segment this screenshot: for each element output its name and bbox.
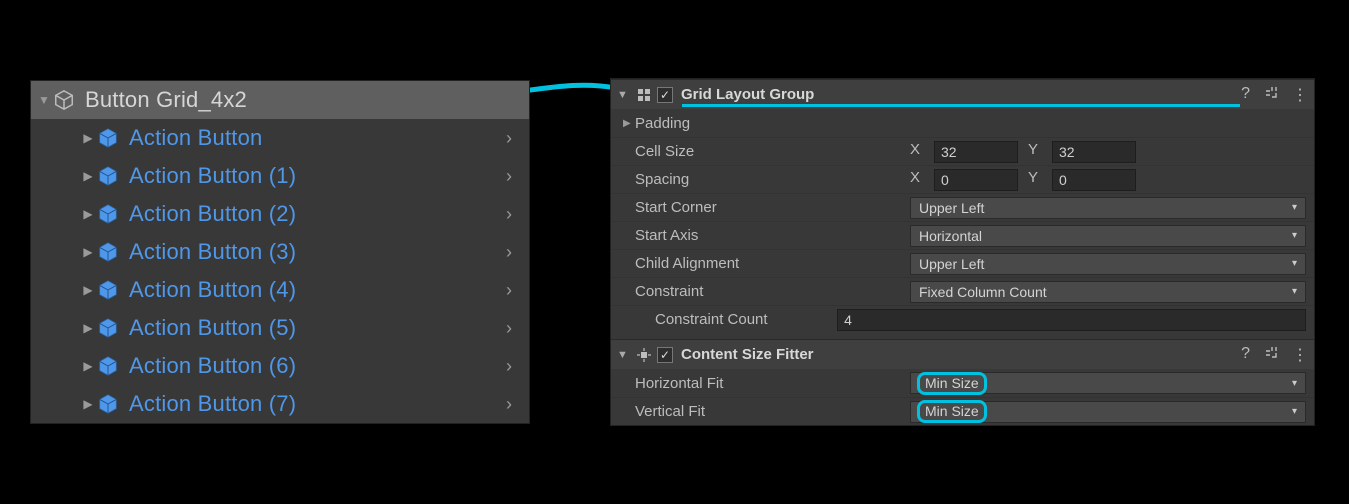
prop-padding[interactable]: ▶ Padding bbox=[611, 109, 1314, 137]
label-start-corner: Start Corner bbox=[635, 199, 910, 216]
label-vertical-fit: Vertical Fit bbox=[635, 403, 910, 420]
foldout-right-icon[interactable]: ▶ bbox=[79, 359, 97, 373]
hierarchy-item[interactable]: ▶ Action Button (2)› bbox=[31, 195, 529, 233]
spacing-y-input[interactable] bbox=[1052, 169, 1136, 191]
chevron-right-icon[interactable]: › bbox=[489, 394, 529, 415]
start-axis-dropdown[interactable]: Horizontal bbox=[910, 225, 1306, 247]
axis-y-label: Y bbox=[1028, 169, 1042, 191]
hierarchy-root-label: Button Grid_4x2 bbox=[85, 87, 529, 113]
chevron-right-icon[interactable]: › bbox=[489, 166, 529, 187]
child-alignment-dropdown[interactable]: Upper Left bbox=[910, 253, 1306, 275]
prefab-icon bbox=[97, 203, 119, 225]
label-start-axis: Start Axis bbox=[635, 227, 910, 244]
spacing-x-input[interactable] bbox=[934, 169, 1018, 191]
gameobject-icon bbox=[53, 89, 75, 111]
horizontal-fit-dropdown[interactable]: Min Size bbox=[910, 372, 1306, 394]
prop-constraint-count: Constraint Count bbox=[611, 305, 1314, 333]
hierarchy-item[interactable]: ▶ Action Button (3)› bbox=[31, 233, 529, 271]
label-padding: Padding bbox=[635, 115, 910, 132]
axis-x-label: X bbox=[910, 141, 924, 163]
label-constraint-count: Constraint Count bbox=[655, 311, 837, 328]
axis-y-label: Y bbox=[1028, 141, 1042, 163]
help-icon[interactable]: ? bbox=[1241, 85, 1250, 105]
prop-horizontal-fit: Horizontal Fit Min Size bbox=[611, 369, 1314, 397]
hierarchy-item-label: Action Button (4) bbox=[129, 277, 489, 303]
foldout-right-icon[interactable]: ▶ bbox=[79, 321, 97, 335]
label-cell-size: Cell Size bbox=[635, 143, 910, 160]
prefab-icon bbox=[97, 165, 119, 187]
chevron-right-icon[interactable]: › bbox=[489, 128, 529, 149]
help-icon[interactable]: ? bbox=[1241, 345, 1250, 365]
hierarchy-item[interactable]: ▶ Action Button (5)› bbox=[31, 309, 529, 347]
foldout-right-icon[interactable]: ▶ bbox=[79, 131, 97, 145]
hierarchy-item-label: Action Button (6) bbox=[129, 353, 489, 379]
chevron-right-icon[interactable]: › bbox=[489, 318, 529, 339]
component-header-grid[interactable]: ▼ ✓ Grid Layout Group ? ⋮ bbox=[611, 79, 1314, 109]
hierarchy-item-label: Action Button (3) bbox=[129, 239, 489, 265]
preset-icon[interactable] bbox=[1264, 345, 1278, 365]
component-title-fitter: Content Size Fitter bbox=[681, 346, 1241, 363]
component-title-grid: Grid Layout Group bbox=[681, 86, 1241, 104]
label-constraint: Constraint bbox=[635, 283, 910, 300]
label-horizontal-fit: Horizontal Fit bbox=[635, 375, 910, 392]
prefab-icon bbox=[97, 279, 119, 301]
prop-cell-size: Cell Size X Y bbox=[611, 137, 1314, 165]
prefab-icon bbox=[97, 393, 119, 415]
foldout-down-icon[interactable]: ▼ bbox=[35, 93, 53, 107]
hierarchy-item-label: Action Button (5) bbox=[129, 315, 489, 341]
hierarchy-item[interactable]: ▶ Action Button (4)› bbox=[31, 271, 529, 309]
chevron-right-icon[interactable]: › bbox=[489, 242, 529, 263]
foldout-down-icon[interactable]: ▼ bbox=[617, 349, 631, 361]
foldout-right-icon[interactable]: ▶ bbox=[79, 397, 97, 411]
constraint-dropdown[interactable]: Fixed Column Count bbox=[910, 281, 1306, 303]
prop-vertical-fit: Vertical Fit Min Size bbox=[611, 397, 1314, 425]
prop-start-axis: Start Axis Horizontal bbox=[611, 221, 1314, 249]
component-enabled-checkbox[interactable]: ✓ bbox=[657, 347, 673, 363]
content-size-fitter-icon bbox=[635, 346, 653, 364]
foldout-right-icon[interactable]: ▶ bbox=[79, 245, 97, 259]
component-enabled-checkbox[interactable]: ✓ bbox=[657, 87, 673, 103]
preset-icon[interactable] bbox=[1264, 85, 1278, 105]
vertical-fit-dropdown[interactable]: Min Size bbox=[910, 401, 1306, 423]
grid-layout-icon bbox=[635, 86, 653, 104]
foldout-down-icon[interactable]: ▼ bbox=[617, 89, 631, 101]
hierarchy-root[interactable]: ▼ Button Grid_4x2 bbox=[31, 81, 529, 119]
axis-x-label: X bbox=[910, 169, 924, 191]
hierarchy-panel: ▼ Button Grid_4x2 ▶Action Button›▶Action… bbox=[30, 80, 530, 424]
chevron-right-icon[interactable]: › bbox=[489, 280, 529, 301]
prop-child-alignment: Child Alignment Upper Left bbox=[611, 249, 1314, 277]
prop-constraint: Constraint Fixed Column Count bbox=[611, 277, 1314, 305]
prefab-icon bbox=[97, 317, 119, 339]
chevron-right-icon[interactable]: › bbox=[489, 204, 529, 225]
prefab-icon bbox=[97, 127, 119, 149]
kebab-menu-icon[interactable]: ⋮ bbox=[1292, 345, 1308, 365]
hierarchy-item-label: Action Button (7) bbox=[129, 391, 489, 417]
inspector-panel: ▼ ✓ Grid Layout Group ? ⋮ ▶ Padding Cell… bbox=[610, 78, 1315, 426]
hierarchy-item[interactable]: ▶ Action Button› bbox=[31, 119, 529, 157]
prefab-icon bbox=[97, 355, 119, 377]
cell-size-y-input[interactable] bbox=[1052, 141, 1136, 163]
start-corner-dropdown[interactable]: Upper Left bbox=[910, 197, 1306, 219]
prefab-icon bbox=[97, 241, 119, 263]
hierarchy-item-label: Action Button (2) bbox=[129, 201, 489, 227]
foldout-right-icon[interactable]: ▶ bbox=[79, 283, 97, 297]
hierarchy-item[interactable]: ▶ Action Button (7)› bbox=[31, 385, 529, 423]
hierarchy-item-label: Action Button (1) bbox=[129, 163, 489, 189]
hierarchy-item-label: Action Button bbox=[129, 125, 489, 151]
component-header-fitter[interactable]: ▼ ✓ Content Size Fitter ? ⋮ bbox=[611, 339, 1314, 369]
label-spacing: Spacing bbox=[635, 171, 910, 188]
hierarchy-item[interactable]: ▶ Action Button (1)› bbox=[31, 157, 529, 195]
hierarchy-item[interactable]: ▶ Action Button (6)› bbox=[31, 347, 529, 385]
chevron-right-icon[interactable]: › bbox=[489, 356, 529, 377]
label-child-alignment: Child Alignment bbox=[635, 255, 910, 272]
cell-size-x-input[interactable] bbox=[934, 141, 1018, 163]
foldout-right-icon[interactable]: ▶ bbox=[79, 207, 97, 221]
foldout-right-icon[interactable]: ▶ bbox=[79, 169, 97, 183]
kebab-menu-icon[interactable]: ⋮ bbox=[1292, 85, 1308, 105]
constraint-count-input[interactable] bbox=[837, 309, 1306, 331]
prop-spacing: Spacing X Y bbox=[611, 165, 1314, 193]
prop-start-corner: Start Corner Upper Left bbox=[611, 193, 1314, 221]
